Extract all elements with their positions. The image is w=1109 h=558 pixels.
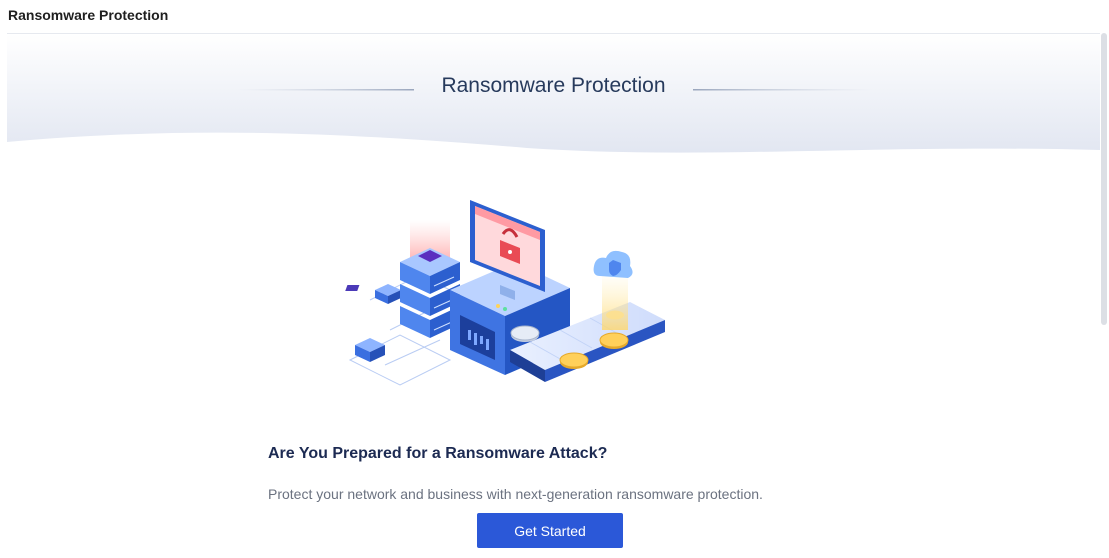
description-text: Protect your network and business with n…	[268, 486, 763, 502]
banner-background	[7, 34, 1100, 164]
headline: Are You Prepared for a Ransomware Attack…	[268, 445, 608, 462]
ransomware-illustration	[345, 200, 665, 386]
coin-icon	[606, 310, 624, 320]
page-title: Ransomware Protection	[8, 7, 169, 23]
banner-title: Ransomware Protection	[441, 74, 666, 97]
cloud-shield-icon	[593, 250, 633, 278]
coin-glow	[602, 270, 628, 330]
coin-icon	[510, 325, 540, 342]
network-node-icon	[345, 284, 401, 304]
vertical-scrollbar[interactable]	[1101, 33, 1107, 325]
coin-icon	[559, 352, 589, 369]
coin-icon	[599, 332, 629, 349]
network-node-icon	[355, 338, 385, 362]
header-banner: Ransomware Protection	[7, 34, 1100, 164]
get-started-button[interactable]: Get Started	[477, 513, 623, 548]
